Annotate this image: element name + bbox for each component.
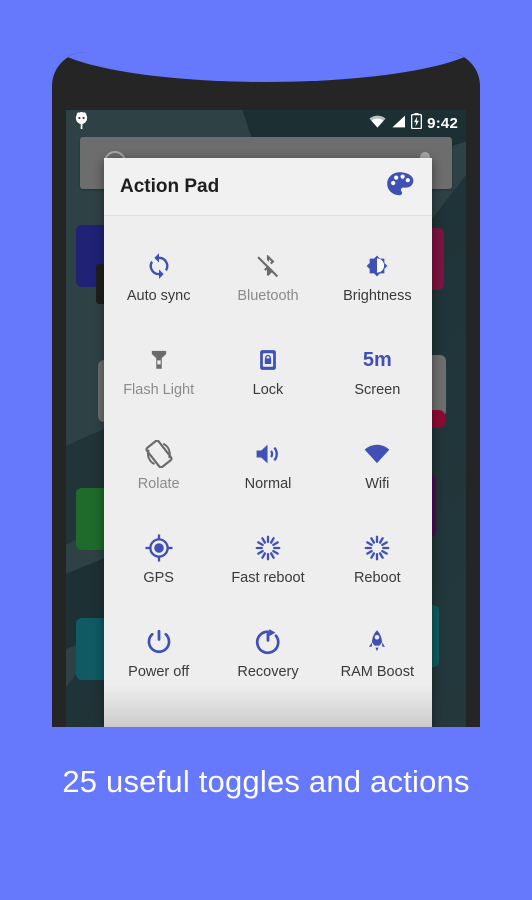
toggle-auto-sync[interactable]: Auto sync bbox=[104, 230, 213, 324]
dialog-title: Action Pad bbox=[120, 175, 220, 197]
toggle-rotate-label: Rolate bbox=[137, 475, 180, 492]
burst-icon bbox=[254, 533, 282, 563]
toggle-power-off-label: Power off bbox=[128, 663, 190, 680]
status-bar: 9:42 bbox=[66, 110, 466, 137]
phone-top-curve bbox=[52, 52, 480, 82]
toggle-grid: Auto sync Bluetooth Brightness Flash Light L… bbox=[104, 216, 432, 700]
toggle-flash-light[interactable]: Flash Light bbox=[104, 324, 213, 418]
text-icon: 5m bbox=[363, 345, 392, 375]
burst-icon bbox=[363, 533, 391, 563]
toggle-screen-label: Screen bbox=[354, 381, 401, 398]
screen-rotation-icon bbox=[145, 439, 173, 469]
toggle-screen[interactable]: 5m Screen bbox=[323, 324, 432, 418]
toggle-row: Auto sync Bluetooth Brightness bbox=[104, 230, 432, 324]
power-restart-icon bbox=[254, 627, 282, 657]
promo-caption-text: 25 useful toggles and actions bbox=[62, 764, 470, 799]
toggle-ram-boost[interactable]: RAM Boost bbox=[323, 606, 432, 700]
toggle-row: Rolate Normal Wifi bbox=[104, 418, 432, 512]
toggle-bluetooth[interactable]: Bluetooth bbox=[213, 230, 322, 324]
toggle-gps-label: GPS bbox=[143, 569, 174, 586]
promo-caption-band: 25 useful toggles and actions bbox=[0, 727, 532, 900]
bluetooth-disabled-icon bbox=[255, 251, 281, 281]
toggle-brightness-label: Brightness bbox=[343, 287, 412, 304]
toggle-fast-reboot-label: Fast reboot bbox=[231, 569, 305, 586]
toggle-lock-label: Lock bbox=[252, 381, 284, 398]
phone-lock-icon bbox=[257, 345, 279, 375]
toggle-power-off[interactable]: Power off bbox=[104, 606, 213, 700]
status-bar-clock: 9:42 bbox=[427, 115, 458, 132]
toggle-bluetooth-label: Bluetooth bbox=[237, 287, 299, 304]
toggle-gps[interactable]: GPS bbox=[104, 512, 213, 606]
toggle-rotate[interactable]: Rolate bbox=[104, 418, 213, 512]
dialog-header: Action Pad bbox=[104, 158, 432, 216]
toggle-screen-value: 5m bbox=[362, 348, 392, 371]
toggle-flash-light-label: Flash Light bbox=[123, 381, 195, 398]
toggle-lock[interactable]: Lock bbox=[213, 324, 322, 418]
toggle-auto-sync-label: Auto sync bbox=[126, 287, 191, 304]
owl-notification-icon bbox=[74, 111, 89, 136]
gps-fixed-icon bbox=[145, 533, 173, 563]
toggle-row: Power off Recovery RAM Boost bbox=[104, 606, 432, 700]
sync-icon bbox=[145, 251, 173, 281]
wifi-icon bbox=[362, 439, 392, 469]
toggle-ram-boost-label: RAM Boost bbox=[340, 663, 414, 680]
toggle-recovery-label: Recovery bbox=[237, 663, 299, 680]
toggle-wifi-label: Wifi bbox=[365, 475, 390, 492]
toggle-reboot-label: Reboot bbox=[353, 569, 401, 586]
toggle-row: Flash Light Lock 5m Screen bbox=[104, 324, 432, 418]
toggle-ringer-label: Normal bbox=[244, 475, 292, 492]
action-pad-dialog: Action Pad Auto sync Bluetooth Brightness F… bbox=[104, 158, 432, 730]
palette-icon[interactable] bbox=[386, 171, 414, 202]
wifi-icon bbox=[369, 115, 386, 133]
brightness-icon bbox=[363, 251, 391, 281]
power-button[interactable] bbox=[96, 264, 104, 304]
toggle-recovery[interactable]: Recovery bbox=[213, 606, 322, 700]
cell-signal-icon bbox=[391, 115, 406, 133]
volume-up-icon bbox=[254, 439, 282, 469]
toggle-ringer[interactable]: Normal bbox=[213, 418, 322, 512]
toggle-wifi[interactable]: Wifi bbox=[323, 418, 432, 512]
toggle-brightness[interactable]: Brightness bbox=[323, 230, 432, 324]
rocket-icon bbox=[364, 627, 390, 657]
battery-charging-icon bbox=[411, 113, 423, 134]
toggle-row: GPS Fast reboot Reboot bbox=[104, 512, 432, 606]
power-icon bbox=[145, 627, 173, 657]
toggle-fast-reboot[interactable]: Fast reboot bbox=[213, 512, 322, 606]
toggle-reboot[interactable]: Reboot bbox=[323, 512, 432, 606]
flashlight-icon bbox=[148, 345, 170, 375]
